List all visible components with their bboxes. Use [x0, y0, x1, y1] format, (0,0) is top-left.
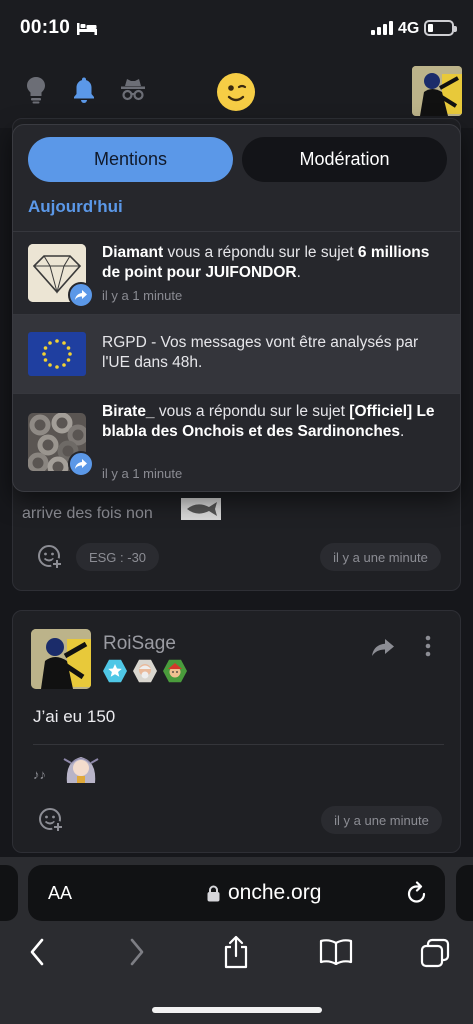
reload-icon[interactable] — [406, 881, 428, 905]
next-tab-edge[interactable] — [456, 865, 473, 921]
elf-badge-icon — [163, 659, 187, 683]
previous-tab-edge[interactable] — [0, 865, 18, 921]
divider — [13, 393, 460, 394]
bed-icon — [77, 23, 97, 35]
divider — [13, 314, 460, 315]
post-text: arrive des fois non — [22, 505, 153, 522]
tab-moderation[interactable]: Modération — [242, 137, 447, 182]
notification-time: il y a 1 minute — [102, 466, 183, 481]
eu-flag-icon — [28, 332, 86, 376]
user-avatar[interactable] — [412, 66, 462, 116]
post-time: il y a une minute — [321, 806, 442, 834]
fish-sticker — [181, 498, 221, 520]
back-icon[interactable] — [28, 937, 46, 967]
address-bar[interactable]: AA onche.org — [28, 865, 445, 921]
bookmarks-icon[interactable] — [319, 939, 353, 965]
emoji-add-icon[interactable] — [37, 806, 65, 834]
post-card: RoiSage J’ai eu 150 ♪♪ il y a une minute — [12, 610, 461, 853]
tabs-icon[interactable] — [420, 938, 450, 968]
esg-badge: ESG : -30 — [76, 543, 159, 571]
forward-icon[interactable] — [128, 937, 146, 967]
status-bar: 00:10 4G — [0, 0, 473, 58]
home-indicator[interactable] — [152, 1007, 322, 1013]
url-text[interactable]: onche.org — [228, 881, 321, 905]
incognito-icon[interactable] — [120, 76, 146, 102]
notification-text: RGPD - Vos messages vont être analysés p… — [102, 334, 419, 371]
tab-mentions[interactable]: Mentions — [28, 137, 233, 182]
notifications-dropdown: Mentions Modération Aujourd'hui Diamant … — [12, 124, 461, 492]
emoji-add-icon[interactable] — [36, 543, 64, 571]
text-size-button[interactable]: AA — [48, 883, 72, 904]
network-type: 4G — [398, 20, 420, 37]
author-name[interactable]: RoiSage — [103, 633, 176, 655]
star-badge-icon — [103, 659, 127, 683]
share-sheet-icon[interactable] — [223, 935, 249, 969]
post-text: J’ai eu 150 — [33, 707, 116, 726]
notification-item[interactable]: RGPD - Vos messages vont être analysés p… — [13, 315, 460, 393]
face-badge-icon — [133, 659, 157, 683]
section-heading: Aujourd'hui — [28, 197, 123, 216]
author-avatar[interactable] — [31, 629, 91, 689]
notification-text: Diamant vous a répondu sur le sujet 6 mi… — [102, 244, 430, 281]
notification-item[interactable]: Diamant vous a répondu sur le sujet 6 mi… — [13, 232, 460, 315]
anime-sticker — [63, 757, 99, 783]
lock-icon — [207, 885, 220, 902]
smiley-icon[interactable] — [217, 73, 255, 111]
browser-toolbar: AA onche.org — [0, 857, 473, 1024]
lightbulb-icon[interactable] — [25, 76, 47, 104]
signature-divider — [33, 744, 444, 745]
post-time: il y a une minute — [320, 543, 441, 571]
signature-notes: ♪♪ — [33, 767, 46, 782]
reply-arrow-icon — [68, 451, 94, 477]
more-icon[interactable] — [424, 635, 432, 657]
bell-icon[interactable] — [72, 76, 96, 104]
notification-item[interactable]: Birate_ vous a répondu sur le sujet [Off… — [13, 393, 460, 491]
signal-icon — [371, 21, 393, 35]
battery-icon — [424, 20, 457, 36]
notification-tabs: Mentions Modération — [28, 137, 447, 182]
share-icon[interactable] — [371, 637, 395, 657]
notification-time: il y a 1 minute — [102, 288, 183, 303]
notification-text: Birate_ vous a répondu sur le sujet [Off… — [102, 403, 435, 440]
reply-arrow-icon — [68, 282, 94, 308]
status-time: 00:10 — [20, 17, 71, 38]
